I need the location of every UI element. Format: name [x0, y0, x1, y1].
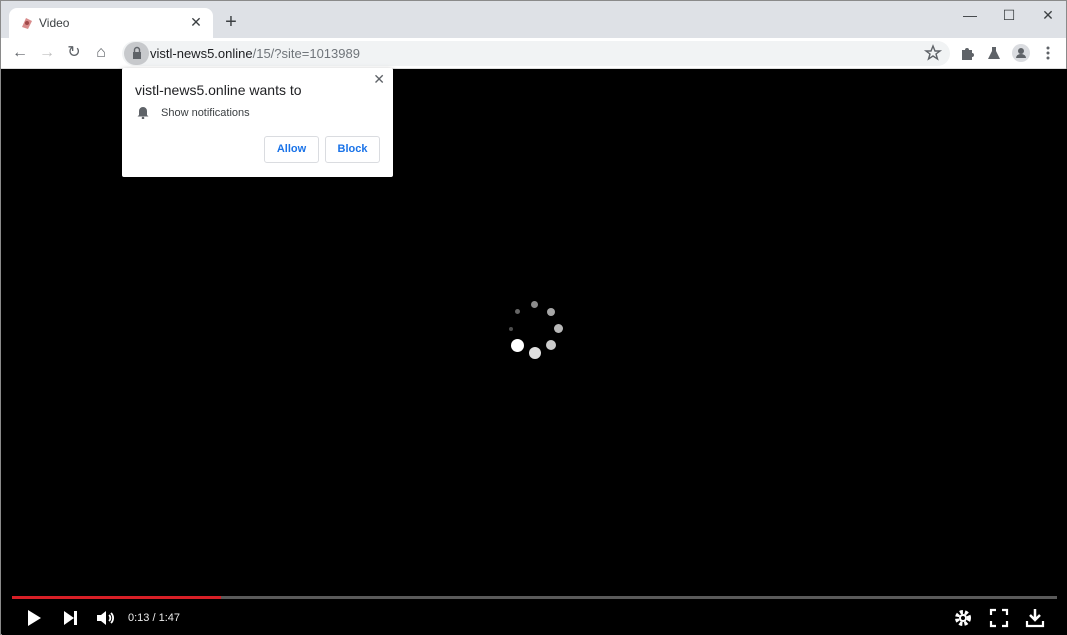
- settings-icon[interactable]: [951, 606, 975, 630]
- url-host: vistl-news5.online: [150, 46, 253, 61]
- new-tab-plus-icon[interactable]: +: [221, 12, 241, 32]
- reload-icon[interactable]: ↻: [63, 42, 85, 64]
- forward-icon[interactable]: →: [36, 42, 58, 64]
- url-text[interactable]: vistl-news5.online/15/?site=1013989: [150, 46, 360, 61]
- tab-close-icon[interactable]: ✕: [187, 13, 205, 31]
- browser-window: Video ✕ + — ☐ ✕ ← → ↻ ⌂ vistl-news5.onli…: [0, 0, 1067, 635]
- time-display: 0:13 / 1:47: [128, 612, 180, 624]
- bell-icon: [137, 107, 149, 119]
- spinner-dot: [554, 324, 563, 333]
- spinner-dot: [546, 340, 556, 350]
- allow-button[interactable]: Allow: [264, 136, 319, 163]
- spinner-dot: [515, 309, 520, 314]
- progress-bar[interactable]: [12, 596, 1057, 599]
- address-bar[interactable]: vistl-news5.online/15/?site=1013989: [122, 41, 950, 66]
- star-icon[interactable]: [922, 42, 944, 64]
- notification-permission-popup: vistl-news5.online wants to ✕ Show notif…: [122, 68, 393, 177]
- extensions-icon[interactable]: [956, 42, 978, 64]
- popup-title: vistl-news5.online wants to: [135, 82, 302, 98]
- back-icon[interactable]: ←: [9, 42, 31, 64]
- home-icon[interactable]: ⌂: [90, 42, 112, 64]
- spinner-dot: [529, 347, 541, 359]
- menu-icon[interactable]: [1037, 42, 1059, 64]
- tab-video[interactable]: Video ✕: [9, 8, 213, 38]
- download-icon[interactable]: [1023, 606, 1047, 630]
- minimize-icon[interactable]: —: [958, 5, 982, 25]
- site-favicon-icon: [22, 18, 32, 29]
- next-icon[interactable]: [58, 606, 82, 630]
- browser-toolbar: ← → ↻ ⌂ vistl-news5.online/15/?site=1013…: [1, 38, 1066, 69]
- play-icon[interactable]: [22, 606, 46, 630]
- tab-bar: Video ✕ + — ☐ ✕: [1, 1, 1066, 38]
- volume-icon[interactable]: [94, 606, 118, 630]
- tab-title: Video: [39, 16, 70, 30]
- block-button[interactable]: Block: [325, 136, 380, 163]
- window-close-icon[interactable]: ✕: [1036, 5, 1060, 25]
- spinner-dot: [509, 327, 513, 331]
- fullscreen-icon[interactable]: [987, 606, 1011, 630]
- spinner-dot: [511, 339, 524, 352]
- loading-spinner-icon: [501, 296, 571, 366]
- spinner-dot: [531, 301, 538, 308]
- lock-icon[interactable]: [124, 42, 149, 65]
- profile-icon[interactable]: [1010, 42, 1032, 64]
- labs-icon[interactable]: [983, 42, 1005, 64]
- progress-fill: [12, 596, 221, 599]
- maximize-icon[interactable]: ☐: [997, 5, 1021, 25]
- url-path: /15/?site=1013989: [252, 46, 360, 61]
- permission-label: Show notifications: [161, 107, 250, 119]
- popup-close-icon[interactable]: ✕: [373, 71, 385, 88]
- spinner-dot: [547, 308, 555, 316]
